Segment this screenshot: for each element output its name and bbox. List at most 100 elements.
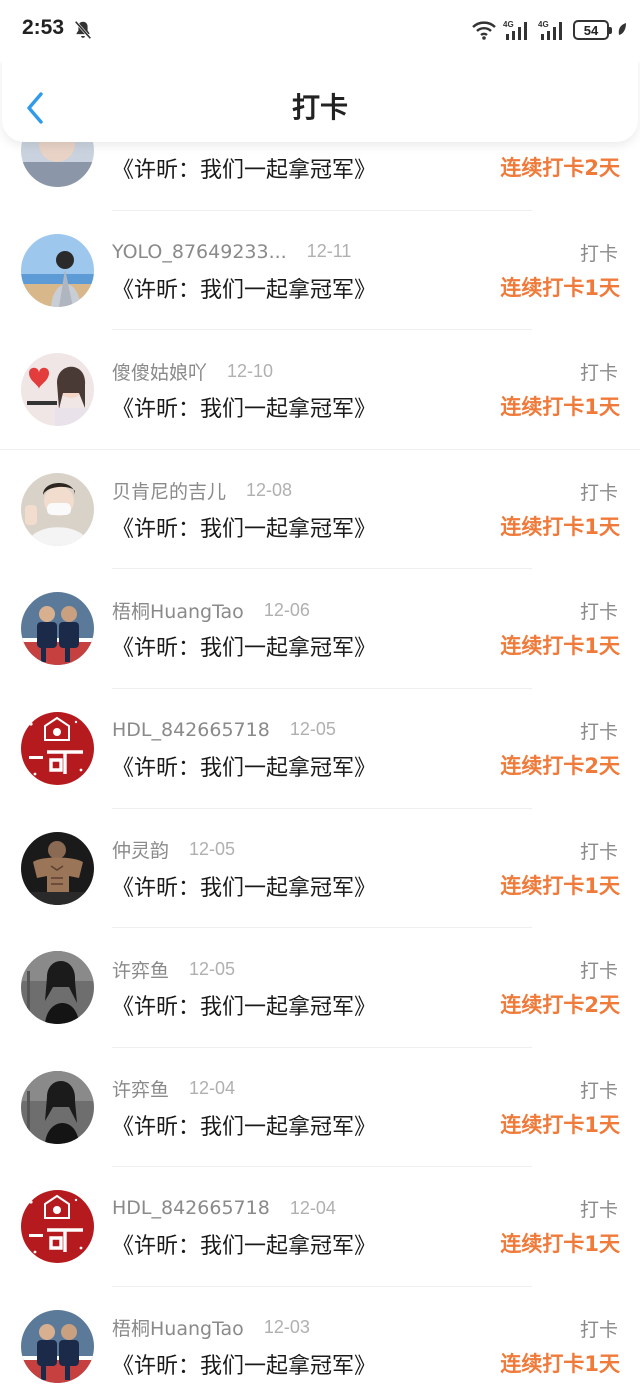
book-title[interactable]: 《许昕：我们一起拿冠军》 xyxy=(112,1348,376,1380)
checkin-date: 12-05 xyxy=(289,719,336,740)
book-title[interactable]: 《许昕：我们一起拿冠军》 xyxy=(112,272,376,304)
book-title[interactable]: 《许昕：我们一起拿冠军》 xyxy=(112,511,376,543)
checkin-row[interactable]: 许弈鱼 12-04 《许昕：我们一起拿冠军》 打卡连续打卡1天 xyxy=(0,1048,640,1168)
checkin-date: 12-05 xyxy=(189,958,236,979)
username[interactable]: 贝肯尼的吉儿 xyxy=(112,477,226,504)
checkin-row[interactable]: HDL_842665718 12-05 《许昕：我们一起拿冠军》 打卡连续打卡2天 xyxy=(0,689,640,809)
username[interactable]: YOLO_87649233... xyxy=(112,241,287,263)
signal-icon: 4G xyxy=(503,20,527,40)
streak-badge: 连续打卡2天 xyxy=(500,993,620,1018)
avatar[interactable] xyxy=(21,592,94,666)
username[interactable]: HDL_842665718 xyxy=(112,1197,270,1219)
username[interactable]: 梧桐HuangTao xyxy=(112,1314,244,1341)
checkin-row[interactable]: 许弈鱼 12-05 《许昕：我们一起拿冠军》 打卡 连续打卡2天 xyxy=(0,928,640,1048)
avatar-image xyxy=(21,951,94,1025)
book-title[interactable]: 《许昕：我们一起拿冠军》 xyxy=(112,1228,376,1260)
checkin-date: 12-11 xyxy=(306,241,352,262)
avatar-image xyxy=(21,831,94,905)
checkin-label: 打卡 xyxy=(579,362,618,385)
checkin-row[interactable]: 梧桐HuangTao 12-03 《许昕：我们一起拿冠军》 打卡 连续打卡1天 xyxy=(0,1287,640,1387)
checkin-row[interactable]: 傻傻姑娘吖 12-10 《许昕：我们一起拿冠军》 打卡连续打卡1天 xyxy=(0,330,640,450)
avatar-image xyxy=(21,711,94,785)
bell-off-icon xyxy=(74,20,92,40)
checkin-date: 12-10 xyxy=(227,360,274,381)
row-meta: 许弈鱼 12-05 xyxy=(112,956,235,982)
username[interactable]: HDL_842665718 xyxy=(112,719,270,741)
streak-badge: 连续打卡2天 xyxy=(500,156,620,180)
username[interactable]: 傻傻姑娘吖 xyxy=(112,358,207,385)
checkin-date: 12-05 xyxy=(189,839,236,860)
checkin-label: 打卡 xyxy=(579,601,618,624)
checkin-date: 12-04 xyxy=(289,1197,336,1218)
avatar[interactable] xyxy=(21,1309,94,1383)
streak-badge: 连续打卡1天 xyxy=(500,1232,620,1257)
streak-badge: 连续打卡1天 xyxy=(500,395,620,420)
avatar[interactable] xyxy=(21,711,94,785)
avatar[interactable] xyxy=(21,1070,94,1144)
row-meta: 梧桐HuangTao 12-06 xyxy=(112,597,310,623)
battery-level: 54 xyxy=(583,22,599,38)
avatar[interactable] xyxy=(21,951,94,1025)
checkin-row[interactable]: 仲灵韵 12-05 《许昕：我们一起拿冠军》 打卡连续打卡1天 xyxy=(0,809,640,929)
book-title[interactable]: 《许昕：我们一起拿冠军》 xyxy=(112,391,376,423)
book-title[interactable]: 《许昕：我们一起拿冠军》 xyxy=(112,870,376,902)
checkin-date: 12-03 xyxy=(263,1317,310,1338)
avatar[interactable] xyxy=(21,353,94,427)
page-title: 打卡 xyxy=(291,91,348,124)
username[interactable]: 许弈鱼 xyxy=(112,1075,169,1102)
checkin-row[interactable]: 贝肯尼的吉儿 12-08 《许昕：我们一起拿冠军》 打卡连续打卡1天 xyxy=(0,450,640,570)
status-indicators: 4G 4G 54 xyxy=(472,18,628,42)
checkin-label: 打卡 xyxy=(579,1079,618,1102)
streak-badge: 连续打卡1天 xyxy=(500,275,620,300)
row-meta: HDL_842665718 12-04 xyxy=(112,1195,336,1221)
checkin-label: 打卡 xyxy=(579,481,618,504)
username[interactable]: 梧桐HuangTao xyxy=(112,597,244,624)
avatar-image xyxy=(21,1190,94,1264)
signal-icon-2: 4G xyxy=(538,20,562,40)
book-title[interactable]: 《许昕：我们一起拿冠军》 xyxy=(112,152,376,184)
row-meta: 许弈鱼 12-04 xyxy=(112,1076,235,1102)
top-bar: 打卡 xyxy=(2,56,638,142)
book-title[interactable]: 《许昕：我们一起拿冠军》 xyxy=(112,630,376,662)
checkin-row[interactable]: YOLO_87649233... 12-11 《许昕：我们一起拿冠军》 打卡连续打卡1… xyxy=(0,211,640,331)
streak-badge: 连续打卡1天 xyxy=(500,1351,620,1376)
avatar-image xyxy=(21,233,94,307)
status-time: 2:53 xyxy=(22,16,65,39)
checkin-date: 12-04 xyxy=(189,1078,236,1099)
checkin-label: 打卡 xyxy=(579,720,618,743)
checkin-label: 打卡 xyxy=(579,840,618,863)
book-title[interactable]: 《许昕：我们一起拿冠军》 xyxy=(112,750,376,782)
username[interactable]: 仲灵韵 xyxy=(112,836,169,863)
avatar-image xyxy=(21,472,94,546)
avatar[interactable] xyxy=(21,472,94,546)
avatar[interactable] xyxy=(21,831,94,905)
streak-badge: 连续打卡1天 xyxy=(500,514,620,539)
checkin-row[interactable]: 梧桐HuangTao 12-06 《许昕：我们一起拿冠军》 打卡连续打卡1天 xyxy=(0,569,640,689)
row-meta: HDL_842665718 12-05 xyxy=(112,717,336,743)
checkin-list: 《许昕：我们一起拿冠军》 连续打卡2天 YOLO_87649233... 12-11 《… xyxy=(0,91,640,1387)
row-meta: 傻傻姑娘吖 12-10 xyxy=(112,358,273,384)
row-meta: YOLO_87649233... 12-11 xyxy=(112,239,351,265)
username[interactable]: 许弈鱼 xyxy=(112,956,169,983)
avatar-image xyxy=(21,1070,94,1144)
streak-badge: 连续打卡1天 xyxy=(500,1112,620,1137)
checkin-label: 打卡 xyxy=(579,242,618,265)
svg-text:4G: 4G xyxy=(503,20,514,29)
wifi-icon xyxy=(472,21,496,40)
checkin-label: 打卡 xyxy=(579,1199,618,1222)
row-meta: 梧桐HuangTao 12-03 xyxy=(112,1315,310,1341)
checkin-date: 12-08 xyxy=(246,480,293,501)
book-title[interactable]: 《许昕：我们一起拿冠军》 xyxy=(112,989,376,1021)
streak-badge: 连续打卡1天 xyxy=(500,634,620,659)
streak-badge: 连续打卡2天 xyxy=(500,753,620,778)
streak-badge: 连续打卡1天 xyxy=(500,873,620,898)
row-meta: 贝肯尼的吉儿 12-08 xyxy=(112,478,292,504)
status-bar: 2:53 4G 4G 54 xyxy=(0,0,640,62)
battery-icon: 54 xyxy=(573,20,612,40)
checkin-date: 12-06 xyxy=(263,599,310,620)
checkin-row[interactable]: HDL_842665718 12-04 《许昕：我们一起拿冠军》 打卡连续打卡1天 xyxy=(0,1167,640,1287)
avatar[interactable] xyxy=(21,233,94,307)
avatar[interactable] xyxy=(21,1190,94,1264)
book-title[interactable]: 《许昕：我们一起拿冠军》 xyxy=(112,1109,376,1141)
avatar-image xyxy=(21,592,94,666)
